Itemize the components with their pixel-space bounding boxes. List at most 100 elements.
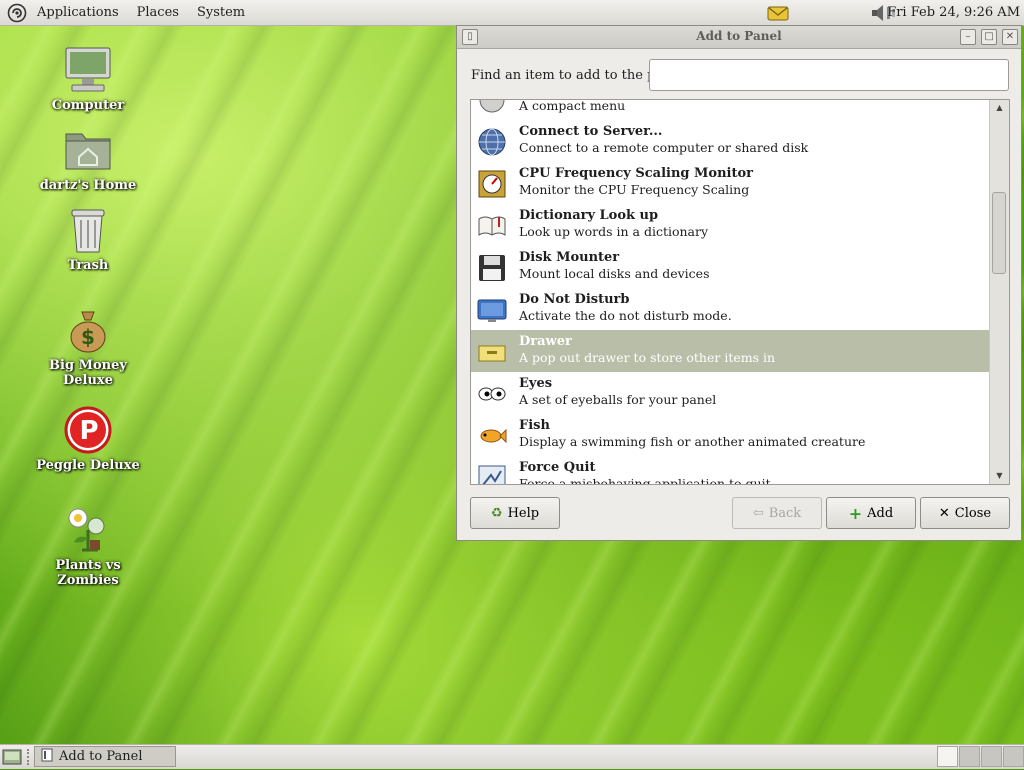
money-bag-icon: $ xyxy=(62,304,114,356)
workspace-3[interactable] xyxy=(981,746,1002,767)
monitor-icon xyxy=(477,295,507,325)
add-button[interactable]: + Add xyxy=(826,497,916,529)
plus-icon: + xyxy=(848,503,863,523)
workspace-2[interactable] xyxy=(959,746,980,767)
workspace-4[interactable] xyxy=(1003,746,1024,767)
item-name: CPU Frequency Scaling Monitor xyxy=(519,166,754,181)
scroll-thumb[interactable] xyxy=(992,192,1006,274)
item-description: Display a swimming fish or another anima… xyxy=(519,434,866,449)
item-name: Disk Mounter xyxy=(519,250,620,265)
list-item[interactable]: Do Not Disturb Activate the do not distu… xyxy=(471,288,991,330)
drawer-icon xyxy=(477,337,507,367)
list-item-selected[interactable]: Drawer A pop out drawer to store other i… xyxy=(471,330,991,372)
gnome-logo-icon[interactable] xyxy=(6,2,28,24)
desktop-icon-label: Computer xyxy=(51,98,125,113)
mail-notification-icon[interactable] xyxy=(767,4,789,22)
taskbar-button-label: Add to Panel xyxy=(59,749,143,764)
item-description: Connect to a remote computer or shared d… xyxy=(519,140,809,155)
close-window-icon[interactable]: ✕ xyxy=(1002,29,1018,45)
window-icon xyxy=(41,748,53,766)
search-input[interactable] xyxy=(649,59,1009,91)
cpu-gauge-icon xyxy=(477,169,507,199)
desktop-icon-peggle[interactable]: P Peggle Deluxe xyxy=(23,404,153,473)
floppy-icon xyxy=(477,253,507,283)
item-name: Eyes xyxy=(519,376,553,391)
menu-applications[interactable]: Applications xyxy=(28,0,128,25)
item-name: Fish xyxy=(519,418,550,433)
item-description: Monitor the CPU Frequency Scaling xyxy=(519,182,750,197)
list-item[interactable]: Connect to Server... Connect to a remote… xyxy=(471,120,991,162)
trash-icon xyxy=(62,204,114,256)
workspace-1[interactable] xyxy=(937,746,958,767)
computer-icon xyxy=(62,44,114,96)
help-icon: ♻ xyxy=(490,505,503,521)
menu-system[interactable]: System xyxy=(188,0,254,25)
desktop-icon-computer[interactable]: Computer xyxy=(23,44,153,113)
desktop-icon-label: Peggle Deluxe xyxy=(36,458,140,473)
desktop-icon-label: Big Money Deluxe xyxy=(49,358,127,388)
taskbar-button-add-to-panel[interactable]: Add to Panel xyxy=(34,746,176,767)
back-arrow-icon: ⇦ xyxy=(752,505,764,521)
desktop-icon-big-money[interactable]: $ Big Money Deluxe xyxy=(23,304,153,388)
dialog-titlebar[interactable]: ▯ Add to Panel – □ ✕ xyxy=(457,26,1021,49)
desktop-icon-label: Plants vs Zombies xyxy=(55,558,121,588)
item-name: Connect to Server... xyxy=(519,124,663,139)
panel-handle xyxy=(27,749,33,765)
show-desktop-icon[interactable] xyxy=(2,748,22,766)
desktop-icon-plants[interactable]: Plants vs Zombies xyxy=(23,504,153,588)
svg-text:P: P xyxy=(79,416,98,446)
help-button[interactable]: ♻ Help xyxy=(470,497,560,529)
eyes-icon xyxy=(477,379,507,409)
close-icon: ✕ xyxy=(938,505,950,521)
item-description: A compact menu xyxy=(519,99,626,113)
list-item[interactable]: Fish Display a swimming fish or another … xyxy=(471,414,991,456)
home-folder-icon xyxy=(62,124,114,176)
item-description: A set of eyeballs for your panel xyxy=(519,392,717,407)
desktop-icon-label: dartz's Home xyxy=(39,178,137,193)
back-button[interactable]: ⇦ Back xyxy=(732,497,822,529)
item-name: Force Quit xyxy=(519,460,596,475)
scroll-up-icon[interactable]: ▲ xyxy=(990,100,1009,116)
add-button-label: Add xyxy=(867,505,894,521)
item-name: Do Not Disturb xyxy=(519,292,630,307)
dictionary-icon xyxy=(477,211,507,241)
desktop-icon-label: Trash xyxy=(67,258,109,273)
list-item[interactable]: Eyes A set of eyeballs for your panel xyxy=(471,372,991,414)
list-item[interactable]: CPU Frequency Scaling Monitor Monitor th… xyxy=(471,162,991,204)
item-description: Look up words in a dictionary xyxy=(519,224,709,239)
svg-text:$: $ xyxy=(81,325,95,349)
close-button-label: Close xyxy=(954,505,992,521)
list-item[interactable]: Force Quit Force a misbehaving applicati… xyxy=(471,456,991,485)
item-description: Force a misbehaving application to quit xyxy=(519,476,771,485)
item-name: Drawer xyxy=(519,334,572,349)
item-description: A pop out drawer to store other items in xyxy=(519,350,776,365)
fish-icon xyxy=(477,421,507,451)
minimize-icon[interactable]: – xyxy=(960,29,976,45)
list-item[interactable]: Disk Mounter Mount local disks and devic… xyxy=(471,246,991,288)
item-description: Activate the do not disturb mode. xyxy=(519,308,732,323)
desktop-icon-trash[interactable]: Trash xyxy=(23,204,153,273)
close-button[interactable]: ✕ Close xyxy=(920,497,1010,529)
plants-icon xyxy=(62,504,114,556)
dialog-title: Add to Panel xyxy=(696,29,782,43)
menu-places[interactable]: Places xyxy=(128,0,188,25)
list-item[interactable]: A compact menu xyxy=(471,99,991,120)
item-list[interactable]: A compact menu Connect to Server... Conn… xyxy=(470,99,1010,485)
list-item[interactable]: Dictionary Look up Look up words in a di… xyxy=(471,204,991,246)
top-panel: Applications Places System Fri Feb 24, 9… xyxy=(0,0,1024,26)
item-description: Mount local disks and devices xyxy=(519,266,710,281)
globe-icon xyxy=(477,127,507,157)
item-name: Dictionary Look up xyxy=(519,208,659,223)
desktop-icon-home[interactable]: dartz's Home xyxy=(23,124,153,193)
list-scrollbar[interactable]: ▲ ▼ xyxy=(989,100,1009,484)
clock[interactable]: Fri Feb 24, 9:26 AM xyxy=(887,0,1020,25)
add-to-panel-dialog: ▯ Add to Panel – □ ✕ Find an item to add… xyxy=(456,25,1022,541)
menu-icon xyxy=(477,100,507,115)
maximize-icon[interactable]: □ xyxy=(981,29,997,45)
peggle-icon: P xyxy=(62,404,114,456)
workspace-switcher[interactable] xyxy=(936,746,1024,767)
bottom-panel: Add to Panel xyxy=(0,744,1024,769)
help-button-label: Help xyxy=(507,505,540,521)
scroll-down-icon[interactable]: ▼ xyxy=(990,468,1009,484)
back-button-label: Back xyxy=(768,505,802,521)
